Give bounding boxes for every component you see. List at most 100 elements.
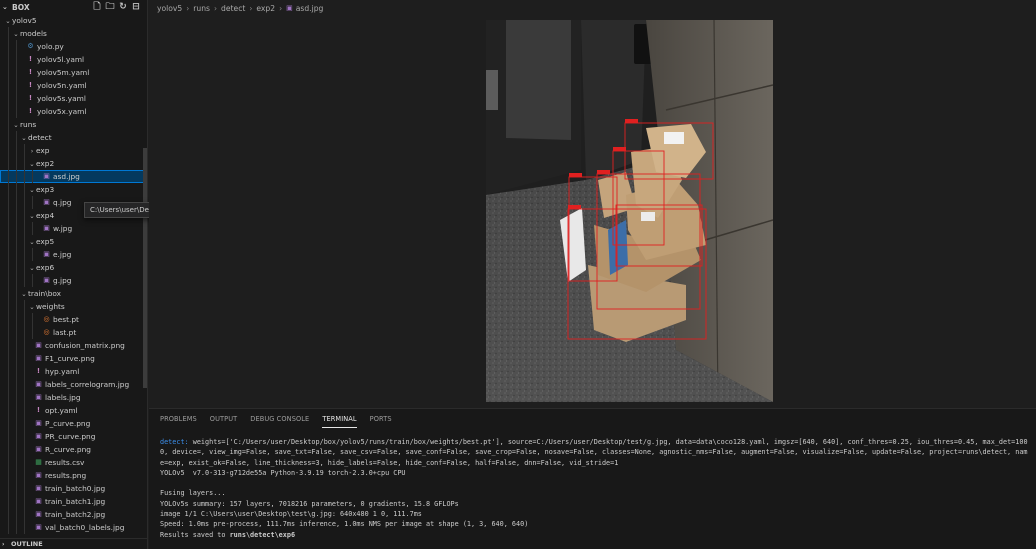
- indent-guide: [24, 430, 25, 443]
- file-item[interactable]: ! yolov5m.yaml: [0, 66, 147, 79]
- tab-terminal[interactable]: TERMINAL: [322, 409, 357, 429]
- file-item[interactable]: ! yolov5l.yaml: [0, 53, 147, 66]
- tree-item-label: w.jpg: [53, 224, 73, 233]
- indent-guide: [8, 404, 9, 417]
- tab-debug-console[interactable]: DEBUG CONSOLE: [250, 409, 309, 429]
- file-item[interactable]: ◎ best.pt: [0, 313, 147, 326]
- file-item[interactable]: ◎ last.pt: [0, 326, 147, 339]
- file-item[interactable]: ▣ asd.jpg: [0, 170, 147, 183]
- tree-item-label: yolov5l.yaml: [37, 55, 85, 64]
- file-item[interactable]: ▣ w.jpg: [0, 222, 147, 235]
- photo-light-spot: [486, 70, 498, 110]
- folder-item[interactable]: ⌄ exp6: [0, 261, 147, 274]
- breadcrumb: yolov5 › runs › detect › exp2 › ▣ asd.jp…: [149, 0, 1036, 16]
- indent-guide: [16, 300, 17, 313]
- indent-guide: [8, 27, 9, 40]
- breadcrumb-item[interactable]: asd.jpg: [296, 4, 324, 13]
- breadcrumb-item[interactable]: detect: [221, 4, 245, 13]
- file-item[interactable]: ▣ train_batch1.jpg: [0, 495, 147, 508]
- terminal-saved-prefix: Results saved to: [160, 530, 230, 539]
- chevron-right-icon[interactable]: ›: [28, 147, 36, 155]
- folder-item[interactable]: ⌄ exp5: [0, 235, 147, 248]
- folder-item[interactable]: › exp: [0, 144, 147, 157]
- file-item[interactable]: ▦ results.csv: [0, 456, 147, 469]
- folder-item[interactable]: ⌄ runs: [0, 118, 147, 131]
- breadcrumb-item[interactable]: yolov5: [157, 4, 182, 13]
- tree-item-label: exp4: [36, 211, 55, 220]
- indent-guide: [8, 131, 9, 144]
- tree-item-label: last.pt: [53, 328, 77, 337]
- indent-guide: [8, 170, 9, 183]
- chevron-right-icon: ›: [279, 3, 283, 13]
- explorer-header[interactable]: ⌄ BOX 🗋 🗀 ↻ ⊟: [0, 0, 147, 14]
- new-folder-icon[interactable]: 🗀: [105, 2, 115, 12]
- terminal-output[interactable]: detect: weights=['C:/Users/user/Desktop/…: [160, 437, 1030, 540]
- breadcrumb-item[interactable]: exp2: [256, 4, 275, 13]
- chevron-down-icon[interactable]: ⌄: [28, 303, 36, 311]
- tree-item-label: yolov5: [12, 16, 37, 25]
- yaml-file-icon: !: [28, 94, 33, 102]
- tab-problems[interactable]: PROBLEMS: [160, 409, 197, 429]
- sidebar-scrollbar[interactable]: [143, 148, 147, 388]
- chevron-down-icon[interactable]: ⌄: [2, 3, 12, 11]
- folder-item[interactable]: ⌄ exp3: [0, 183, 147, 196]
- chevron-down-icon[interactable]: ⌄: [28, 160, 36, 168]
- file-item[interactable]: ⚙ yolo.py: [0, 40, 147, 53]
- folder-item[interactable]: ⌄ detect: [0, 131, 147, 144]
- chevron-down-icon[interactable]: ⌄: [20, 134, 28, 142]
- indent-guide: [8, 40, 9, 53]
- file-item[interactable]: ▣ val_batch0_labels.jpg: [0, 521, 147, 534]
- file-item[interactable]: ▣ e.jpg: [0, 248, 147, 261]
- folder-item[interactable]: ⌄ models: [0, 27, 147, 40]
- file-item[interactable]: ! yolov5n.yaml: [0, 79, 147, 92]
- indent-guide: [32, 222, 33, 235]
- chevron-down-icon[interactable]: ⌄: [20, 290, 28, 298]
- indent-guide: [8, 248, 9, 261]
- file-item[interactable]: ▣ train_batch2.jpg: [0, 508, 147, 521]
- file-item[interactable]: ▣ train_batch0.jpg: [0, 482, 147, 495]
- file-item[interactable]: ▣ g.jpg: [0, 274, 147, 287]
- indent-guide: [16, 105, 17, 118]
- chevron-down-icon[interactable]: ⌄: [12, 30, 20, 38]
- file-item[interactable]: ▣ P_curve.png: [0, 417, 147, 430]
- file-item[interactable]: ▣ F1_curve.png: [0, 352, 147, 365]
- tree-item-label: train\box: [28, 289, 62, 298]
- indent-guide: [8, 417, 9, 430]
- chevron-down-icon[interactable]: ⌄: [12, 121, 20, 129]
- folder-item[interactable]: ⌄ yolov5: [0, 14, 147, 27]
- folder-item[interactable]: ⌄ exp2: [0, 157, 147, 170]
- new-file-icon[interactable]: 🗋: [92, 2, 102, 12]
- detection-image: [486, 20, 773, 402]
- file-tree: ⌄ yolov5 ⌄ models ⚙ yolo.py! yolov5l.yaml! yolo…: [0, 14, 147, 534]
- chevron-down-icon[interactable]: ⌄: [28, 186, 36, 194]
- file-item[interactable]: ▣ PR_curve.png: [0, 430, 147, 443]
- file-item[interactable]: ▣ confusion_matrix.png: [0, 339, 147, 352]
- chevron-down-icon[interactable]: ⌄: [28, 264, 36, 272]
- outline-section[interactable]: › OUTLINE: [0, 538, 147, 549]
- file-item[interactable]: ▣ labels.jpg: [0, 391, 147, 404]
- chevron-down-icon[interactable]: ⌄: [4, 17, 12, 25]
- image-file-icon: ▣: [43, 198, 50, 206]
- file-item[interactable]: ▣ labels_correlogram.jpg: [0, 378, 147, 391]
- refresh-icon[interactable]: ↻: [118, 2, 128, 12]
- breadcrumb-item[interactable]: runs: [193, 4, 210, 13]
- indent-guide: [32, 313, 33, 326]
- tab-output[interactable]: OUTPUT: [210, 409, 237, 429]
- indent-guide: [8, 274, 9, 287]
- collapse-icon[interactable]: ⊟: [131, 2, 141, 12]
- file-item[interactable]: ! hyp.yaml: [0, 365, 147, 378]
- folder-item[interactable]: ⌄ weights: [0, 300, 147, 313]
- file-item[interactable]: ▣ results.png: [0, 469, 147, 482]
- file-item[interactable]: ! yolov5s.yaml: [0, 92, 147, 105]
- file-item[interactable]: ▣ R_curve.png: [0, 443, 147, 456]
- indent-guide: [8, 365, 9, 378]
- file-item[interactable]: ! opt.yaml: [0, 404, 147, 417]
- tree-item-label: PR_curve.png: [45, 432, 96, 441]
- indent-guide: [16, 391, 17, 404]
- tab-ports[interactable]: PORTS: [370, 409, 392, 429]
- file-item[interactable]: ! yolov5x.yaml: [0, 105, 147, 118]
- chevron-down-icon[interactable]: ⌄: [28, 238, 36, 246]
- indent-guide: [8, 508, 9, 521]
- chevron-down-icon[interactable]: ⌄: [28, 212, 36, 220]
- folder-item[interactable]: ⌄ train\box: [0, 287, 147, 300]
